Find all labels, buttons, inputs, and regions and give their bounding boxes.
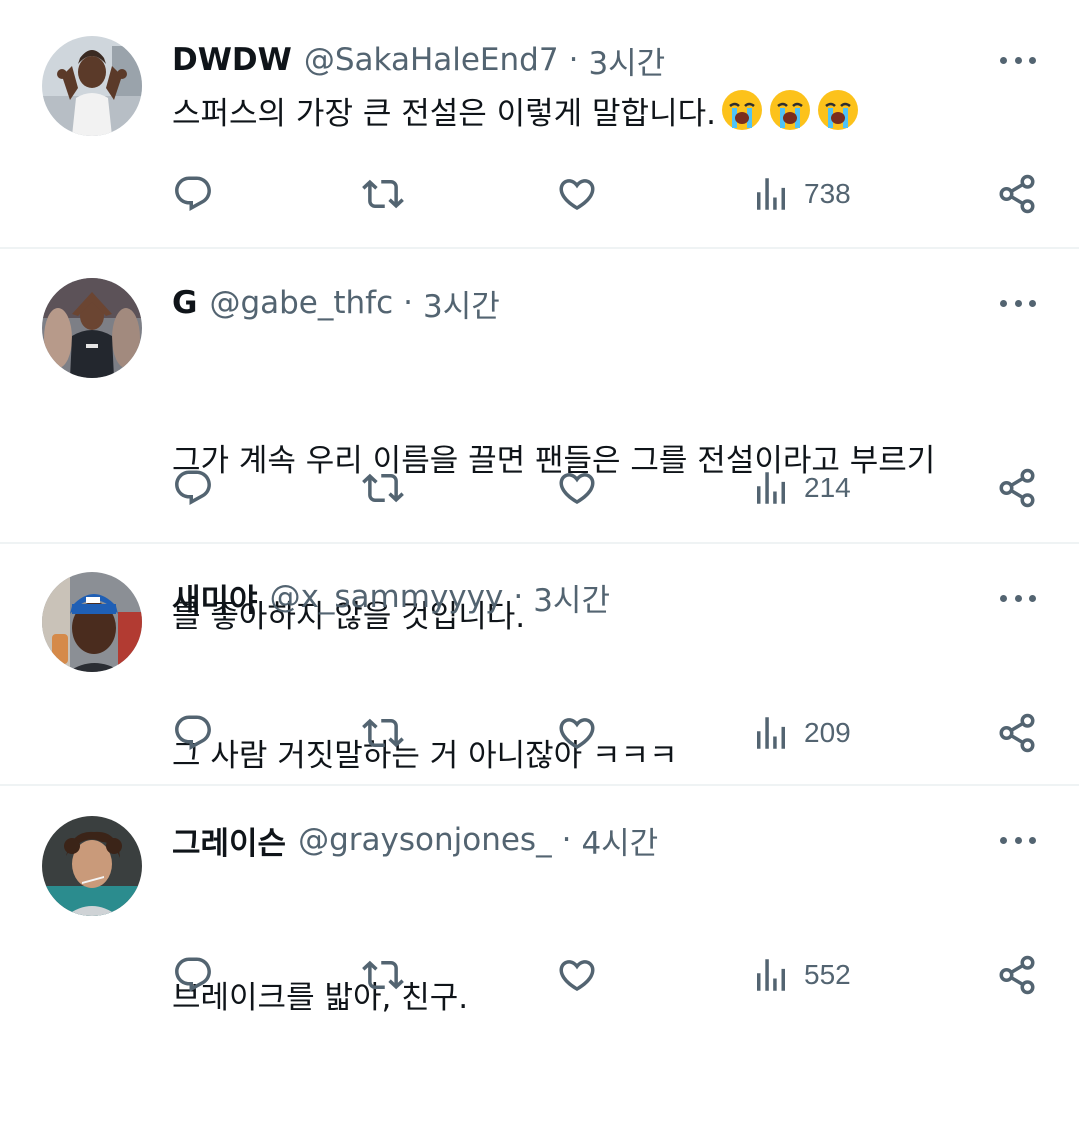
- reply-button[interactable]: [172, 710, 214, 756]
- like-button[interactable]: [556, 465, 598, 511]
- user-handle[interactable]: @x_sammyyyy: [270, 579, 504, 615]
- like-button[interactable]: [556, 952, 598, 998]
- separator-dot: ·: [513, 579, 524, 615]
- more-icon[interactable]: [1000, 50, 1036, 70]
- avatar[interactable]: [42, 572, 142, 672]
- tweet[interactable]: G @gabe_thfc · 3시간 그가 계속 우리 이름을 끌면 팬들은 그…: [0, 249, 1079, 635]
- views-icon: [757, 717, 785, 749]
- crying-face-icon: [721, 90, 762, 130]
- user-handle[interactable]: @graysonjones_: [298, 822, 551, 858]
- retweet-icon: [362, 473, 404, 503]
- views-count: 209: [804, 717, 851, 748]
- share-button[interactable]: [996, 465, 1038, 511]
- views-icon: [757, 959, 785, 991]
- crying-face-icon: [769, 90, 810, 130]
- tweet-feed: DWDW @SakaHaleEnd7 · 3시간 스퍼스의 가장 큰 전설은 이…: [0, 0, 1079, 1016]
- timestamp[interactable]: 3시간: [533, 575, 610, 620]
- avatar[interactable]: [42, 816, 142, 916]
- reply-icon: [175, 715, 211, 750]
- display-name[interactable]: 그레이슨: [172, 818, 286, 863]
- retweet-button[interactable]: [362, 952, 404, 998]
- tweet[interactable]: 새미야 @x_sammyyyy · 3시간 그 사람 거짓말하는 거 아니잖아 …: [0, 544, 1079, 784]
- share-icon: [999, 174, 1035, 214]
- reply-button[interactable]: [172, 952, 214, 998]
- share-button[interactable]: [996, 952, 1038, 998]
- tweet-text-body: 스퍼스의 가장 큰 전설은 이렇게 말합니다.: [172, 96, 716, 132]
- more-icon[interactable]: [1000, 293, 1036, 313]
- tweet[interactable]: DWDW @SakaHaleEnd7 · 3시간 스퍼스의 가장 큰 전설은 이…: [0, 0, 1079, 248]
- tweet-header: 그레이슨 @graysonjones_ · 4시간: [172, 818, 658, 862]
- share-icon: [999, 955, 1035, 995]
- separator-dot: ·: [568, 42, 579, 78]
- share-button[interactable]: [996, 710, 1038, 756]
- retweet-button[interactable]: [362, 465, 404, 511]
- share-icon: [999, 713, 1035, 753]
- tweet-actions: 552: [0, 952, 1079, 998]
- tweet-actions: 209: [0, 710, 1079, 756]
- timestamp[interactable]: 3시간: [588, 38, 665, 83]
- views-button[interactable]: 209: [750, 710, 851, 756]
- heart-icon: [559, 718, 595, 750]
- avatar[interactable]: [42, 278, 142, 378]
- tweet-text: 스퍼스의 가장 큰 전설은 이렇게 말합니다.: [172, 88, 1032, 140]
- reply-icon: [175, 470, 211, 505]
- reply-icon: [175, 176, 211, 211]
- views-icon: [757, 178, 785, 210]
- retweet-button[interactable]: [362, 171, 404, 217]
- heart-icon: [559, 473, 595, 505]
- reply-button[interactable]: [172, 465, 214, 511]
- views-icon: [757, 472, 785, 504]
- separator-dot: ·: [403, 285, 413, 321]
- heart-icon: [559, 179, 595, 211]
- more-icon[interactable]: [1000, 830, 1036, 850]
- display-name[interactable]: 새미야: [172, 575, 258, 620]
- like-button[interactable]: [556, 710, 598, 756]
- tweet-header: 새미야 @x_sammyyyy · 3시간: [172, 575, 610, 619]
- tweet-header: DWDW @SakaHaleEnd7 · 3시간: [172, 38, 665, 82]
- retweet-icon: [362, 960, 404, 990]
- heart-icon: [559, 960, 595, 992]
- tweet-header: G @gabe_thfc · 3시간: [172, 281, 500, 325]
- retweet-icon: [362, 179, 404, 209]
- tweet[interactable]: 그레이슨 @graysonjones_ · 4시간 브레이크를 밟아, 친구. …: [0, 786, 1079, 1016]
- tweet-actions: 738: [0, 171, 1079, 217]
- share-button[interactable]: [996, 171, 1038, 217]
- retweet-icon: [362, 718, 404, 748]
- more-icon[interactable]: [1000, 588, 1036, 608]
- share-icon: [999, 468, 1035, 508]
- user-handle[interactable]: @gabe_thfc: [209, 285, 393, 321]
- display-name[interactable]: G: [172, 285, 197, 321]
- timestamp[interactable]: 3시간: [423, 281, 500, 326]
- views-count: 552: [804, 959, 851, 990]
- timestamp[interactable]: 4시간: [581, 818, 658, 863]
- reply-button[interactable]: [172, 171, 214, 217]
- reply-icon: [175, 957, 211, 992]
- views-count: 214: [804, 472, 851, 503]
- views-button[interactable]: 552: [750, 952, 851, 998]
- views-button[interactable]: 214: [750, 465, 851, 511]
- views-button[interactable]: 738: [750, 171, 851, 217]
- separator-dot: ·: [561, 822, 572, 858]
- avatar[interactable]: [42, 36, 142, 136]
- tweet-text: 브레이크를 밟아, 친구.: [172, 868, 1032, 1128]
- views-count: 738: [804, 178, 851, 209]
- display-name[interactable]: DWDW: [172, 42, 292, 78]
- like-button[interactable]: [556, 171, 598, 217]
- user-handle[interactable]: @SakaHaleEnd7: [304, 42, 559, 78]
- retweet-button[interactable]: [362, 710, 404, 756]
- crying-face-icon: [817, 90, 858, 130]
- tweet-actions: 214: [0, 465, 1079, 511]
